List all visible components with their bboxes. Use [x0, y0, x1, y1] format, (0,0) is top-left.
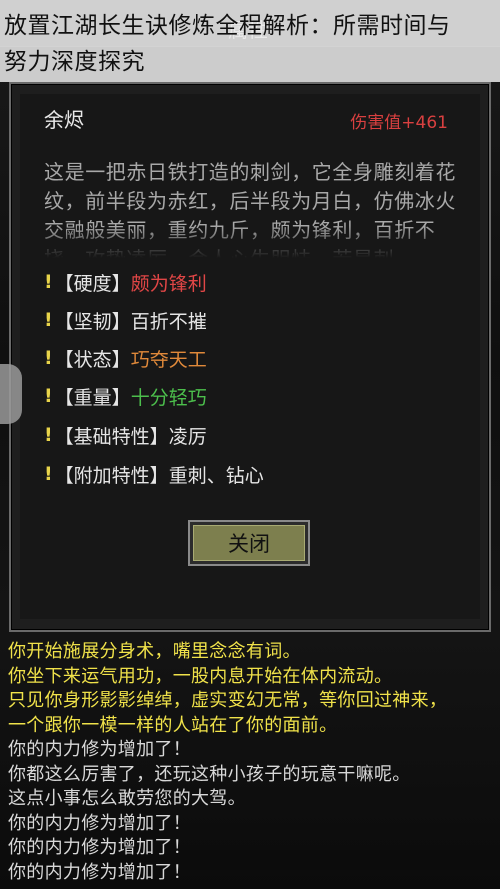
attribute-value: 重刺、钻心: [168, 464, 264, 487]
attribute-label: 【状态】: [54, 348, 131, 371]
exclamation-icon: !: [44, 463, 53, 485]
description-fade: [44, 226, 474, 258]
attribute-row: ! 【附加特性】 重刺、钻心: [44, 460, 264, 488]
attribute-value: 巧夺天工: [130, 348, 207, 371]
log-line: 你的内力修为增加了！: [8, 739, 191, 760]
skull-decoration-icon: [0, 364, 22, 424]
exclamation-icon: !: [44, 309, 53, 331]
attribute-label: 【硬度】: [54, 272, 131, 295]
article-title-line2: 努力深度探究: [4, 49, 145, 75]
log-line: 只见你身形影影绰绰，虚实变幻无常，等你回过神来，: [8, 690, 448, 711]
attribute-value: 颇为锋利: [130, 272, 207, 295]
damage-value: 伤害值+461: [350, 113, 448, 133]
article-title-overlay: 放置江湖长生诀修炼全程解析：所需时间与 努力深度探究: [0, 0, 500, 82]
attribute-label: 【重量】: [54, 386, 131, 409]
attribute-value: 百折不摧: [130, 310, 207, 333]
attribute-row: ! 【状态】 巧夺天工: [44, 344, 207, 372]
log-line: 你坐下来运气用功，一股内息开始在体内流动。: [8, 665, 393, 687]
message-log: 你开始施展分身术，嘴里念念有词。你坐下来运气用功，一股内息开始在体内流动。只见你…: [8, 640, 496, 885]
exclamation-icon: !: [44, 271, 53, 293]
exclamation-icon: !: [44, 424, 53, 446]
exclamation-icon: !: [44, 347, 53, 369]
log-line: 你都这么厉害了，还玩这种小孩子的玩意干嘛呢。: [8, 763, 411, 785]
log-line: 这点小事怎么敢劳您的大驾。: [8, 788, 246, 809]
attribute-value: 十分轻巧: [130, 386, 207, 409]
log-line: 你开始施展分身术，嘴里念念有词。: [8, 641, 301, 662]
attribute-row: ! 【基础特性】 凌厉: [44, 421, 207, 449]
attribute-row: ! 【重量】 十分轻巧: [44, 382, 207, 410]
exclamation-icon: !: [44, 385, 53, 407]
attribute-row: ! 【硬度】 颇为锋利: [44, 268, 207, 296]
attribute-label: 【基础特性】: [54, 425, 169, 448]
close-button-label: 关闭: [193, 525, 305, 561]
article-title-line1: 放置江湖长生诀修炼全程解析：所需时间与: [4, 13, 451, 39]
item-name: 余烬: [44, 108, 84, 132]
log-line: 你的内力修为增加了！: [8, 861, 191, 883]
log-line: 你的内力修为增加了！: [8, 812, 191, 834]
attribute-value: 凌厉: [168, 425, 207, 448]
attribute-row: ! 【坚韧】 百折不摧: [44, 306, 207, 334]
attribute-label: 【坚韧】: [54, 310, 131, 333]
close-button[interactable]: 关闭: [188, 520, 310, 566]
log-line: 你的内力修为增加了！: [8, 837, 191, 858]
log-line: 一个跟你一模一样的人站在了你的面前。: [8, 714, 338, 736]
attribute-label: 【附加特性】: [54, 464, 169, 487]
